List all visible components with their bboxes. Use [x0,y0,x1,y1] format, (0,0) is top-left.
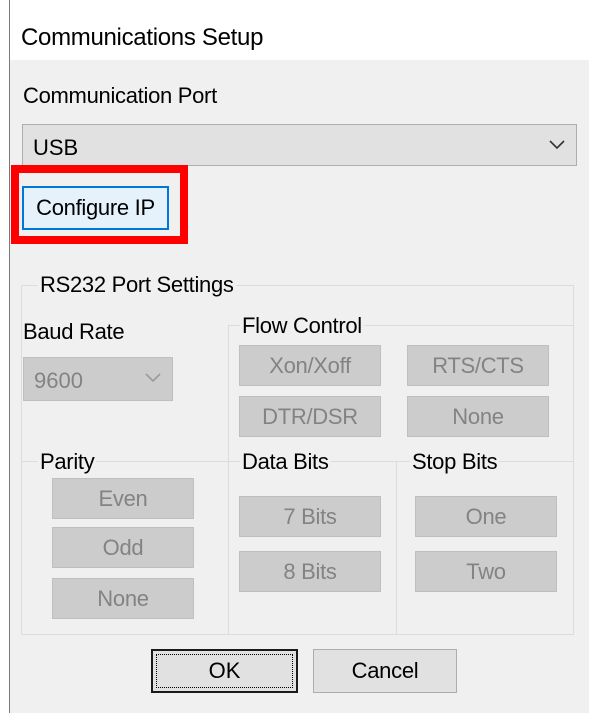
data-bits-7-button[interactable]: 7 Bits [239,496,381,537]
parity-odd-button[interactable]: Odd [52,527,194,568]
dtr-dsr-button[interactable]: DTR/DSR [239,396,381,437]
communication-port-select[interactable]: USB [22,124,577,166]
window-title: Communications Setup [21,24,264,51]
rts-cts-button[interactable]: RTS/CTS [407,345,549,386]
stop-bits-one-button[interactable]: One [415,496,557,537]
flow-control-frame-left [228,325,229,635]
chevron-down-icon [145,373,161,383]
ok-focus-rect [156,654,293,688]
stop-bits-frame-left [396,461,397,635]
stop-bits-two-button[interactable]: Two [415,551,557,592]
parity-none-button[interactable]: None [52,578,194,619]
cancel-button[interactable]: Cancel [313,649,457,693]
title-bar[interactable]: Communications Setup [10,0,589,60]
baud-rate-value: 9600 [34,368,83,393]
baud-rate-label: Baud Rate [23,319,125,344]
rs232-group-title: RS232 Port Settings [38,272,236,298]
parity-title: Parity [38,449,97,475]
baud-rate-select[interactable]: 9600 [23,357,173,401]
communication-port-value: USB [33,135,79,160]
data-bits-title: Data Bits [240,449,331,475]
ok-button[interactable]: OK [151,649,298,693]
parity-even-button[interactable]: Even [52,478,194,519]
data-bits-8-button[interactable]: 8 Bits [239,551,381,592]
stop-bits-title: Stop Bits [410,449,500,475]
flow-none-button[interactable]: None [407,396,549,437]
communication-port-label: Communication Port [23,83,217,108]
flow-control-title: Flow Control [240,313,364,339]
chevron-down-icon [549,140,565,150]
highlight-annotation [11,165,188,244]
xon-xoff-button[interactable]: Xon/Xoff [239,345,381,386]
